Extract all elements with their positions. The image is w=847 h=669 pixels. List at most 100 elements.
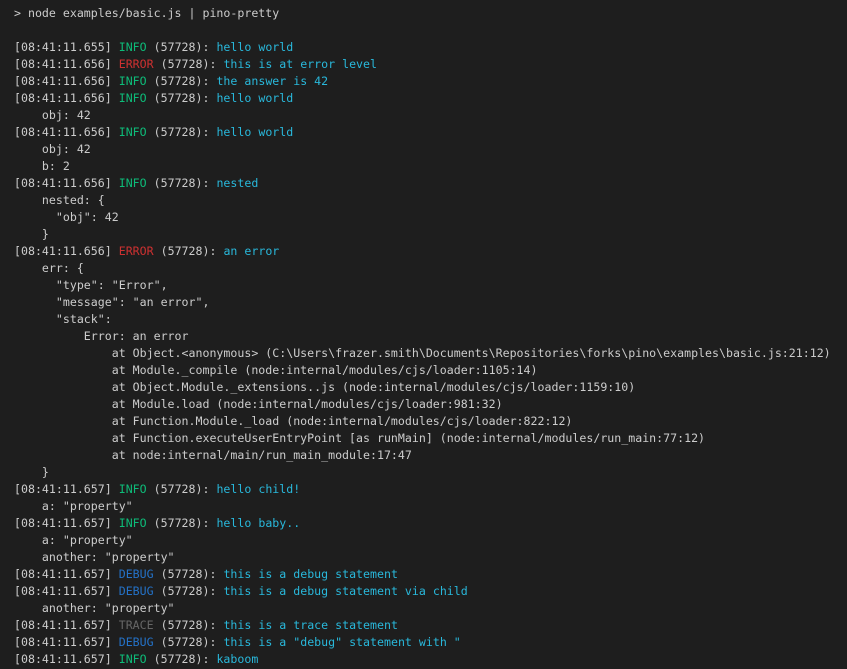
context-text: at Function.executeUserEntryPoint [as ru… — [14, 431, 705, 445]
log-level: INFO — [119, 176, 147, 190]
log-level: INFO — [119, 516, 147, 530]
log-timestamp: [08:41:11.657] — [14, 652, 112, 666]
context-text: at node:internal/main/run_main_module:17… — [14, 448, 412, 462]
context-line: a: "property" — [14, 532, 843, 549]
log-pid: (57728): — [154, 125, 210, 139]
context-line: another: "property" — [14, 549, 843, 566]
context-text: nested: { — [14, 193, 105, 207]
log-message: this is a "debug" statement with " — [223, 635, 460, 649]
log-level: INFO — [119, 74, 147, 88]
blank-line — [14, 22, 843, 39]
log-timestamp: [08:41:11.655] — [14, 40, 112, 54]
log-level: DEBUG — [119, 584, 154, 598]
log-line: [08:41:11.657] INFO (57728): hello child… — [14, 481, 843, 498]
context-text: "message": "an error", — [14, 295, 209, 309]
log-message: this is a debug statement via child — [223, 584, 467, 598]
context-text: another: "property" — [14, 550, 175, 564]
log-pid: (57728): — [154, 176, 210, 190]
context-line: at Module._compile (node:internal/module… — [14, 362, 843, 379]
log-pid: (57728): — [154, 652, 210, 666]
log-pid: (57728): — [154, 482, 210, 496]
context-line: err: { — [14, 260, 843, 277]
log-level: ERROR — [119, 57, 154, 71]
context-text: Error: an error — [14, 329, 189, 343]
log-line: [08:41:11.657] DEBUG (57728): this is a … — [14, 583, 843, 600]
log-message: an error — [223, 244, 279, 258]
context-line: obj: 42 — [14, 107, 843, 124]
context-text: } — [14, 465, 49, 479]
log-line: [08:41:11.657] INFO (57728): hello baby.… — [14, 515, 843, 532]
context-line: "stack": — [14, 311, 843, 328]
log-timestamp: [08:41:11.656] — [14, 57, 112, 71]
log-line: [08:41:11.656] INFO (57728): nested — [14, 175, 843, 192]
context-line: "type": "Error", — [14, 277, 843, 294]
context-text: at Module._compile (node:internal/module… — [14, 363, 538, 377]
context-line: obj: 42 — [14, 141, 843, 158]
log-pid: (57728): — [161, 618, 217, 632]
context-text: at Object.Module._extensions..js (node:i… — [14, 380, 635, 394]
log-line: [08:41:11.656] INFO (57728): hello world — [14, 90, 843, 107]
context-line: another: "property" — [14, 600, 843, 617]
context-text: a: "property" — [14, 499, 133, 513]
context-text: at Function.Module._load (node:internal/… — [14, 414, 572, 428]
context-text: at Module.load (node:internal/modules/cj… — [14, 397, 503, 411]
context-text: b: 2 — [14, 159, 70, 173]
log-pid: (57728): — [154, 40, 210, 54]
log-line: [08:41:11.657] DEBUG (57728): this is a … — [14, 566, 843, 583]
context-text: obj: 42 — [14, 142, 91, 156]
log-timestamp: [08:41:11.656] — [14, 74, 112, 88]
context-line: at Function.executeUserEntryPoint [as ru… — [14, 430, 843, 447]
log-line: [08:41:11.657] TRACE (57728): this is a … — [14, 617, 843, 634]
log-level: INFO — [119, 482, 147, 496]
context-line: nested: { — [14, 192, 843, 209]
context-line: at Module.load (node:internal/modules/cj… — [14, 396, 843, 413]
log-line: [08:41:11.657] INFO (57728): kaboom — [14, 651, 843, 668]
log-level: INFO — [119, 91, 147, 105]
log-pid: (57728): — [161, 244, 217, 258]
log-level: INFO — [119, 125, 147, 139]
log-pid: (57728): — [161, 567, 217, 581]
log-timestamp: [08:41:11.656] — [14, 244, 112, 258]
context-text: "obj": 42 — [14, 210, 119, 224]
log-message: this is a trace statement — [223, 618, 398, 632]
log-timestamp: [08:41:11.657] — [14, 567, 112, 581]
log-timestamp: [08:41:11.657] — [14, 635, 112, 649]
log-line: [08:41:11.656] INFO (57728): hello world — [14, 124, 843, 141]
context-line: at node:internal/main/run_main_module:17… — [14, 447, 843, 464]
log-level: DEBUG — [119, 635, 154, 649]
log-pid: (57728): — [161, 57, 217, 71]
log-timestamp: [08:41:11.657] — [14, 482, 112, 496]
log-pid: (57728): — [154, 91, 210, 105]
log-message: kaboom — [216, 652, 258, 666]
context-text: err: { — [14, 261, 84, 275]
context-line: } — [14, 464, 843, 481]
command-line: > node examples/basic.js | pino-pretty — [14, 5, 843, 22]
log-message: nested — [216, 176, 258, 190]
log-level: TRACE — [119, 618, 154, 632]
terminal-output[interactable]: > node examples/basic.js | pino-pretty [… — [0, 0, 847, 669]
context-line: } — [14, 226, 843, 243]
log-pid: (57728): — [161, 584, 217, 598]
log-message: hello baby.. — [216, 516, 300, 530]
context-text: "type": "Error", — [14, 278, 168, 292]
context-line: at Object.<anonymous> (C:\Users\frazer.s… — [14, 345, 843, 362]
context-text: "stack": — [14, 312, 112, 326]
context-line: at Function.Module._load (node:internal/… — [14, 413, 843, 430]
log-message: the answer is 42 — [216, 74, 328, 88]
log-line: [08:41:11.657] DEBUG (57728): this is a … — [14, 634, 843, 651]
log-message: this is at error level — [223, 57, 377, 71]
log-line: [08:41:11.655] INFO (57728): hello world — [14, 39, 843, 56]
log-pid: (57728): — [154, 74, 210, 88]
log-timestamp: [08:41:11.656] — [14, 125, 112, 139]
context-line: a: "property" — [14, 498, 843, 515]
log-timestamp: [08:41:11.657] — [14, 584, 112, 598]
context-line: b: 2 — [14, 158, 843, 175]
log-message: hello world — [216, 91, 293, 105]
log-message: hello world — [216, 125, 293, 139]
log-timestamp: [08:41:11.657] — [14, 516, 112, 530]
context-text: a: "property" — [14, 533, 133, 547]
log-line: [08:41:11.656] INFO (57728): the answer … — [14, 73, 843, 90]
log-level: INFO — [119, 652, 147, 666]
log-timestamp: [08:41:11.656] — [14, 91, 112, 105]
log-pid: (57728): — [161, 635, 217, 649]
